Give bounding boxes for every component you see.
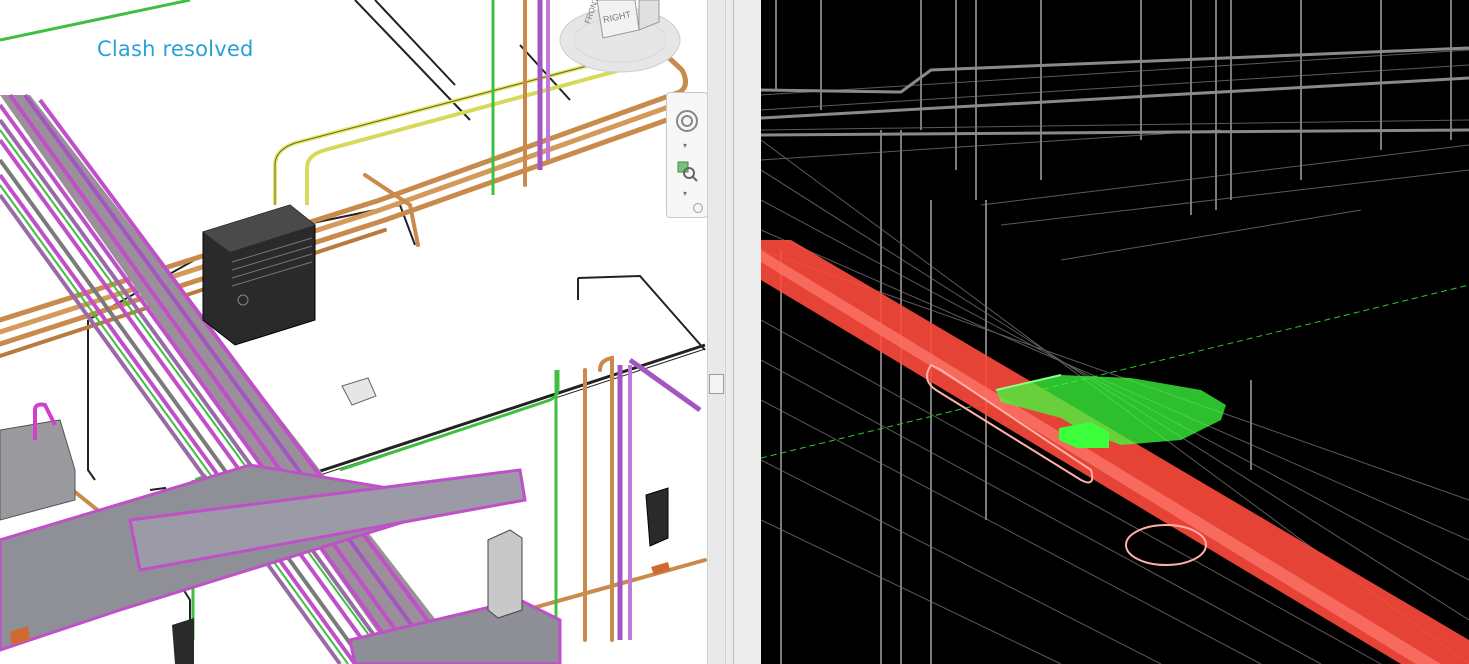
divider-line bbox=[733, 0, 734, 664]
navigation-bar: ▾ ▾ bbox=[666, 92, 707, 218]
wireframe-geometry bbox=[761, 49, 1469, 664]
chevron-down-icon[interactable]: ▾ bbox=[683, 141, 687, 150]
zoom-icon[interactable] bbox=[673, 157, 701, 185]
steering-wheel-icon[interactable] bbox=[673, 107, 701, 135]
vertical-scrollbar[interactable] bbox=[707, 0, 726, 664]
revit-model-canvas[interactable] bbox=[0, 0, 707, 664]
clash-pipe-red bbox=[761, 240, 1469, 664]
fan-coil-unit bbox=[202, 204, 316, 346]
navbar-options-icon[interactable] bbox=[693, 203, 703, 213]
chevron-down-icon[interactable]: ▾ bbox=[683, 189, 687, 198]
revit-3d-view[interactable]: FRONT RIGHT Clash resolved ▾ ▾ bbox=[0, 0, 707, 664]
clash-detection-view[interactable] bbox=[761, 0, 1469, 664]
caption-text: Clash resolved bbox=[97, 37, 254, 61]
clash-pipe-highlight bbox=[761, 250, 1441, 664]
scrollbar-thumb[interactable] bbox=[709, 374, 724, 394]
clash-model-canvas[interactable] bbox=[761, 0, 1469, 664]
